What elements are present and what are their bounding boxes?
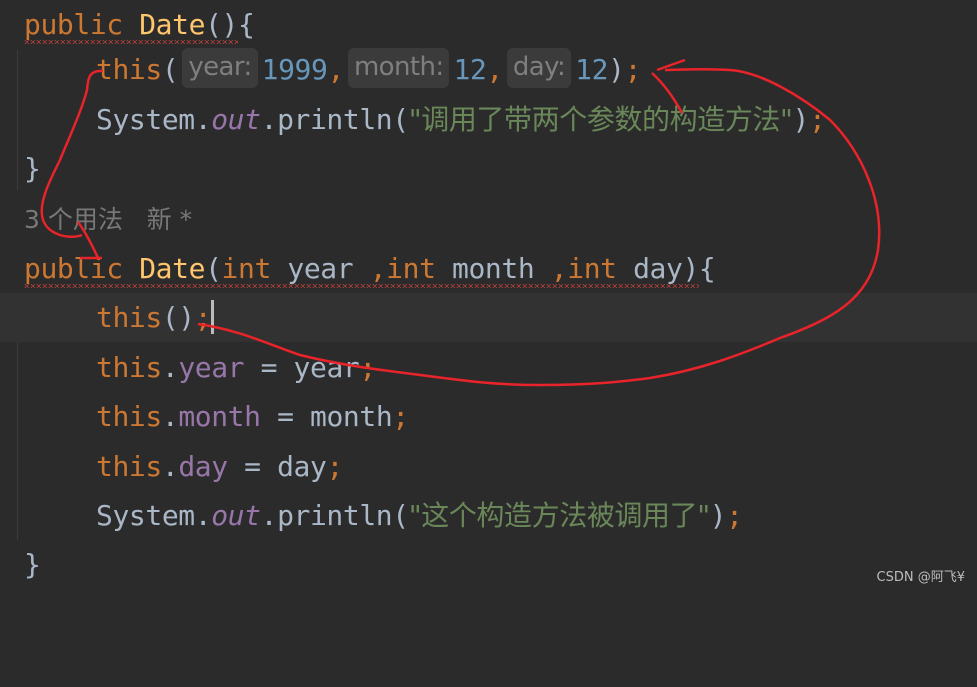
method-name: Date xyxy=(139,8,206,41)
semicolon: ; xyxy=(392,400,409,433)
semicolon: ; xyxy=(326,450,343,483)
code-line[interactable]: System.out.println("这个构造方法被调用了"); xyxy=(0,491,977,540)
brace: { xyxy=(698,252,716,285)
keyword-this: this xyxy=(96,450,162,483)
method-name: Date xyxy=(139,252,206,285)
brace: } xyxy=(24,152,41,185)
paren: ) xyxy=(608,53,625,86)
parameter: day xyxy=(277,450,327,483)
code-line[interactable]: this(year: 1999, month: 12, day: 12); xyxy=(0,45,977,94)
dot: . xyxy=(161,450,179,483)
brace: } xyxy=(24,548,41,581)
parameter: month xyxy=(452,252,535,285)
keyword: public xyxy=(24,8,123,41)
keyword-this: this xyxy=(96,351,162,384)
argument-value: 12 xyxy=(453,53,487,86)
operator: = xyxy=(244,351,294,384)
dot: . xyxy=(194,103,212,136)
code-line[interactable]: } xyxy=(0,540,977,589)
keyword-this: this xyxy=(96,301,162,334)
field: year xyxy=(178,351,245,384)
method-call: println xyxy=(277,103,393,136)
semicolon: ; xyxy=(359,351,376,384)
method-call: println xyxy=(277,499,393,532)
code-line[interactable]: public Date(int year ,int month ,int day… xyxy=(0,244,977,293)
paren: ( xyxy=(392,103,409,136)
field: month xyxy=(178,400,261,433)
dot: . xyxy=(194,499,212,532)
brace: { xyxy=(237,8,255,41)
keyword: public xyxy=(24,252,123,285)
usages-count[interactable]: 3 个用法 xyxy=(24,205,123,234)
code-line[interactable]: public Date(){ xyxy=(0,0,977,49)
paren: () xyxy=(205,8,238,41)
string-literal: "这个构造方法被调用了" xyxy=(408,499,710,532)
error-squiggle: public Date() xyxy=(24,8,238,44)
paren: ( xyxy=(161,53,179,86)
parameter: day xyxy=(633,252,683,285)
comma: , xyxy=(369,252,387,285)
paren: ( xyxy=(392,499,409,532)
type: int xyxy=(386,252,436,285)
parameter-hint-month: month: xyxy=(347,48,450,88)
parameter-hint-year: year: xyxy=(182,48,258,88)
field: day xyxy=(178,450,228,483)
operator: = xyxy=(260,400,310,433)
semicolon: ; xyxy=(624,53,642,86)
parameter: year xyxy=(293,351,360,384)
code-line[interactable]: System.out.println("调用了带两个参数的构造方法"); xyxy=(0,95,977,144)
dot: . xyxy=(161,400,179,433)
parameter: month xyxy=(309,400,393,433)
keyword-this: this xyxy=(96,400,162,433)
parameter: year xyxy=(287,252,354,285)
code-line[interactable]: this.day = day; xyxy=(0,442,977,491)
string-literal: "调用了带两个参数的构造方法" xyxy=(408,103,793,136)
comma: , xyxy=(486,53,503,86)
static-field: out xyxy=(211,103,261,136)
error-squiggle: public Date(int year ,int month ,int day… xyxy=(24,252,699,288)
paren: ) xyxy=(709,499,727,532)
paren: () xyxy=(161,301,195,334)
keyword-this: this xyxy=(96,53,162,86)
class-name: System xyxy=(96,103,195,136)
author-hint: 新 * xyxy=(146,205,193,234)
dot: . xyxy=(260,103,278,136)
code-line[interactable]: this.month = month; xyxy=(0,392,977,441)
watermark: CSDN @阿飞¥ xyxy=(876,570,965,585)
operator: = xyxy=(227,450,278,483)
usages-inlay-hint[interactable]: 3 个用法 新 * xyxy=(24,198,192,242)
semicolon: ; xyxy=(194,301,212,334)
comma: , xyxy=(327,53,344,86)
class-name: System xyxy=(96,499,195,532)
argument-value: 1999 xyxy=(261,53,328,86)
dot: . xyxy=(161,351,179,384)
semicolon: ; xyxy=(808,103,826,136)
paren: ( xyxy=(205,252,222,285)
parameter-hint-day: day: xyxy=(506,48,572,88)
paren: ) xyxy=(792,103,810,136)
paren: ) xyxy=(682,252,699,285)
code-line-current[interactable]: this(); xyxy=(0,293,977,342)
comma: , xyxy=(550,252,568,285)
type: int xyxy=(567,252,617,285)
code-editor[interactable]: public Date(){ this(year: 1999, month: 12, d… xyxy=(0,0,977,593)
type: int xyxy=(221,252,272,285)
code-line[interactable]: } xyxy=(0,144,977,193)
text-caret xyxy=(211,300,215,334)
argument-value: 12 xyxy=(575,53,609,86)
semicolon: ; xyxy=(726,499,743,532)
static-field: out xyxy=(211,499,261,532)
code-line[interactable]: this.year = year; xyxy=(0,343,977,392)
dot: . xyxy=(260,499,278,532)
